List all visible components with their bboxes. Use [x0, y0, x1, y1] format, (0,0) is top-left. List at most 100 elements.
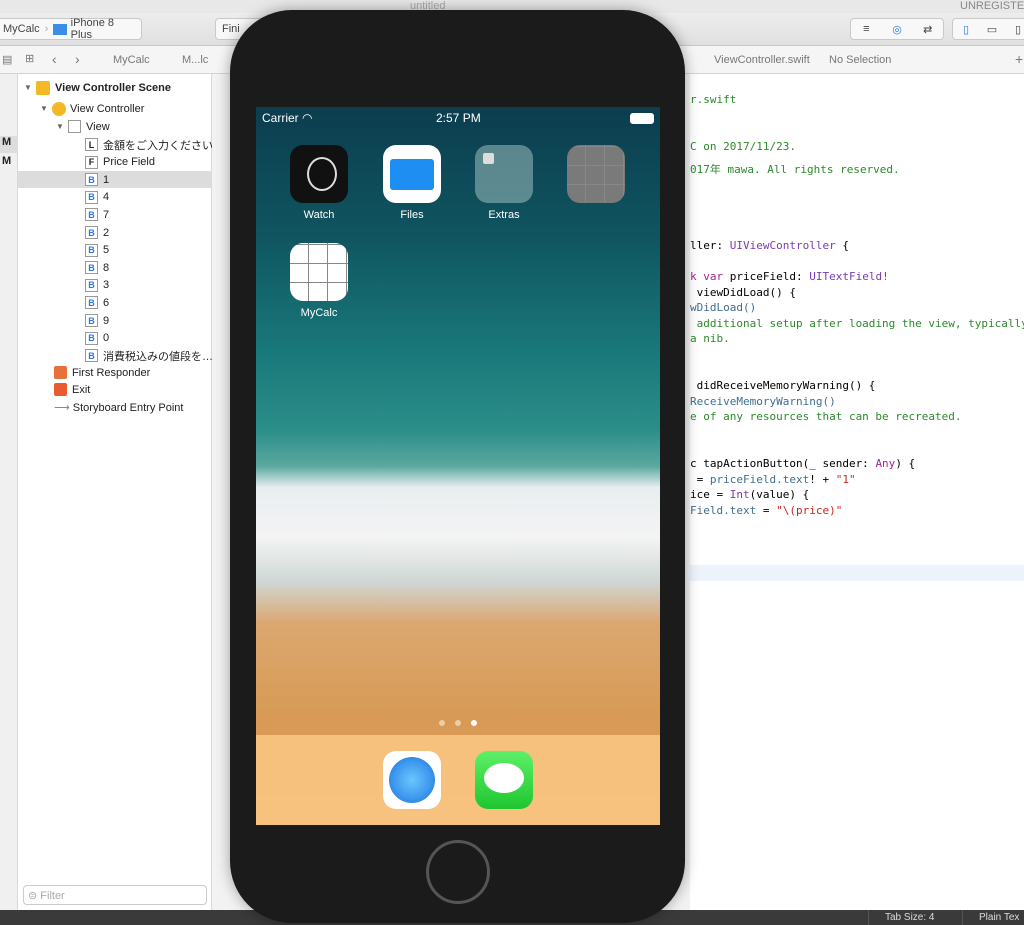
- object-type-icon: F: [85, 155, 98, 169]
- add-editor-icon[interactable]: +: [1015, 51, 1023, 67]
- app-placeholder[interactable]: [566, 145, 626, 209]
- outline-label: Storyboard Entry Point: [72, 401, 184, 414]
- filter-icon: ⊜: [28, 890, 41, 902]
- object-type-icon: L: [85, 138, 98, 151]
- code-token: ice =: [690, 488, 730, 501]
- outline-label: View: [86, 120, 110, 133]
- app-folder-extras[interactable]: Extras: [474, 145, 534, 221]
- simulator-device: Carrier ◠ 2:57 PM Watch Files Extras MyC…: [230, 10, 685, 923]
- outline-label: 9: [103, 314, 110, 327]
- back-icon[interactable]: ‹: [52, 51, 57, 67]
- object-type-icon: B: [85, 173, 98, 187]
- code-token: =: [756, 504, 777, 517]
- code-line: viewDidLoad() {: [690, 286, 796, 299]
- filter-placeholder: Filter: [40, 890, 65, 902]
- outline-item[interactable]: B2: [18, 224, 212, 241]
- disclosure-triangle-icon[interactable]: ▼: [24, 83, 36, 92]
- outline-exit[interactable]: Exit: [18, 381, 212, 398]
- code-token: (value) {: [749, 488, 810, 501]
- first-responder-icon: [54, 366, 67, 379]
- home-button[interactable]: [426, 840, 490, 904]
- outline-item[interactable]: B 消費税込みの値段を…: [18, 347, 212, 364]
- outline-view[interactable]: ▼ View: [18, 118, 212, 135]
- carrier-label: Carrier: [262, 111, 299, 125]
- placeholder-app-icon: [567, 145, 625, 203]
- disclosure-triangle-icon[interactable]: ▼: [56, 122, 68, 131]
- outline-label: Exit: [72, 383, 91, 396]
- code-line: a nib.: [690, 332, 730, 345]
- outline-item[interactable]: B6: [18, 294, 212, 311]
- outline-scene[interactable]: ▼ View Controller Scene: [18, 79, 212, 96]
- outline-item[interactable]: F Price Field: [18, 154, 212, 171]
- code-line: additional setup after loading the view,…: [690, 317, 1024, 330]
- breadcrumb-selection[interactable]: No Selection: [829, 54, 891, 66]
- assistant-editor-icon[interactable]: ◎: [882, 23, 913, 36]
- outline-item[interactable]: L 金額をご入力ください: [18, 136, 212, 153]
- outline-label: 5: [103, 244, 110, 257]
- standard-editor-icon[interactable]: ≡: [851, 23, 882, 35]
- outline-view-controller[interactable]: ▼ View Controller: [18, 100, 212, 117]
- device-icon: [53, 23, 67, 35]
- folder-icon: [475, 145, 533, 203]
- outline-entry-point[interactable]: ⟶ Storyboard Entry Point: [18, 399, 212, 416]
- object-type-icon: B: [85, 243, 98, 257]
- scheme-name: MyCalc: [3, 23, 40, 35]
- code-editor[interactable]: r.swift C on 2017/11/23. 017年 mawa. All …: [690, 74, 1024, 910]
- code-token: {: [835, 239, 849, 252]
- outline-item[interactable]: B4: [18, 189, 212, 206]
- outline-item[interactable]: B8: [18, 259, 212, 276]
- simulator-screen[interactable]: Carrier ◠ 2:57 PM Watch Files Extras MyC…: [256, 107, 660, 825]
- modified-marker[interactable]: M: [0, 136, 18, 153]
- outline-label: 4: [103, 191, 110, 204]
- utilities-toggle-icon[interactable]: ▯: [1005, 23, 1024, 36]
- outline-first-responder[interactable]: First Responder: [18, 364, 212, 381]
- breadcrumb-project[interactable]: MyCalc: [113, 54, 150, 66]
- code-token: "\(price)": [776, 504, 843, 517]
- breadcrumb-group[interactable]: M...lc: [182, 54, 208, 66]
- code-line: k var priceField: UITextField!: [690, 270, 889, 283]
- view-controller-icon: [52, 101, 66, 116]
- outline-label: 3: [103, 279, 110, 292]
- version-editor-icon[interactable]: ⇄: [912, 23, 943, 36]
- code-token: Field.text: [690, 504, 757, 517]
- breadcrumb-file[interactable]: ViewController.swift: [714, 54, 810, 66]
- code-token: ! +: [809, 473, 836, 486]
- code-line: ReceiveMemoryWarning(): [690, 395, 836, 408]
- syntax-mode[interactable]: Plain Tex: [962, 910, 1019, 925]
- app-mycalc[interactable]: MyCalc: [289, 243, 349, 319]
- modified-marker[interactable]: M: [2, 155, 11, 167]
- forward-icon[interactable]: ›: [75, 51, 80, 67]
- object-type-icon: B: [85, 190, 98, 204]
- tab-size[interactable]: Tab Size: 4: [868, 910, 934, 925]
- panel-toggle-group: ▯ ▭ ▯: [952, 18, 1024, 40]
- document-outline: ▼ View Controller Scene ▼ View Controller …: [18, 74, 212, 910]
- object-type-icon: B: [85, 331, 98, 345]
- object-type-icon: B: [85, 296, 98, 310]
- navigator-strip: M M: [0, 74, 18, 910]
- code-token: k var: [690, 270, 724, 283]
- disclosure-triangle-icon[interactable]: ▼: [40, 104, 52, 113]
- code-token: priceField.text: [709, 473, 810, 486]
- filter-input[interactable]: ⊜ Filter: [23, 885, 207, 905]
- app-files[interactable]: Files: [382, 145, 442, 221]
- debug-toggle-icon[interactable]: ▭: [979, 23, 1005, 36]
- app-watch[interactable]: Watch: [289, 145, 349, 221]
- code-line: c tapActionButton(_ sender: Any) {: [690, 457, 915, 470]
- outline-item[interactable]: B5: [18, 242, 212, 259]
- safari-icon[interactable]: [383, 751, 441, 809]
- outline-item[interactable]: B1: [18, 171, 212, 189]
- messages-icon[interactable]: [475, 751, 533, 809]
- outline-item[interactable]: B0: [18, 330, 212, 347]
- outline-item[interactable]: B9: [18, 312, 212, 329]
- code-line: C on 2017/11/23.: [690, 140, 796, 153]
- battery-icon: [630, 113, 654, 124]
- comment-icon[interactable]: ▤: [2, 53, 12, 66]
- scheme-selector[interactable]: MyCalc › iPhone 8 Plus: [0, 17, 142, 41]
- page-indicator[interactable]: [439, 720, 477, 726]
- related-items-icon[interactable]: ⊞: [25, 52, 34, 65]
- navigator-toggle-icon[interactable]: ▯: [953, 23, 979, 36]
- object-type-icon: B: [85, 278, 98, 292]
- outline-item[interactable]: B3: [18, 277, 212, 294]
- code-line: e of any resources that can be recreated…: [690, 410, 962, 423]
- outline-item[interactable]: B7: [18, 206, 212, 223]
